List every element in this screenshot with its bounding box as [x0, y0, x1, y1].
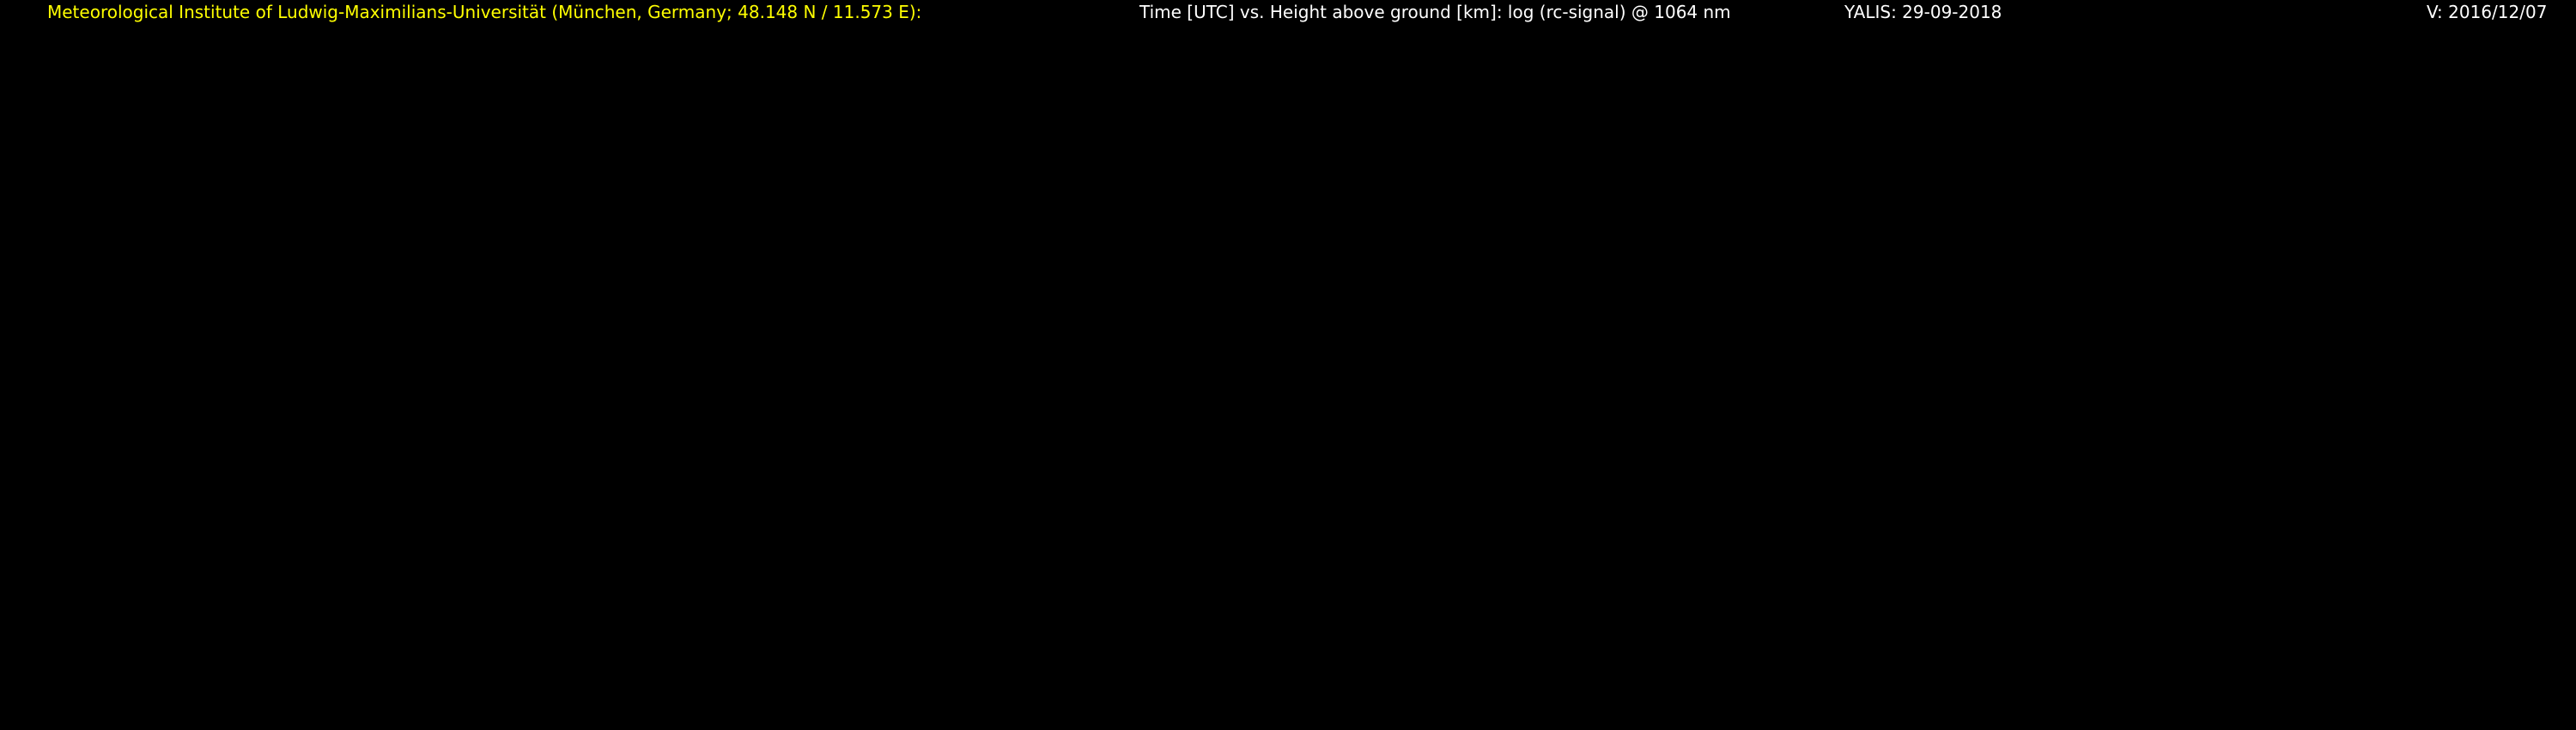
institute-title: Meteorological Institute of Ludwig-Maxim… — [47, 2, 921, 22]
version-label: V: 2016/12/07 — [2427, 2, 2547, 22]
signal-heatmap-canvas — [0, 0, 2576, 730]
lidar-quicklook-screen: Meteorological Institute of Ludwig-Maxim… — [0, 0, 2576, 730]
system-date-label: YALIS: 29-09-2018 — [1844, 2, 2002, 22]
plot-title: Time [UTC] vs. Height above ground [km]:… — [1139, 2, 1731, 22]
